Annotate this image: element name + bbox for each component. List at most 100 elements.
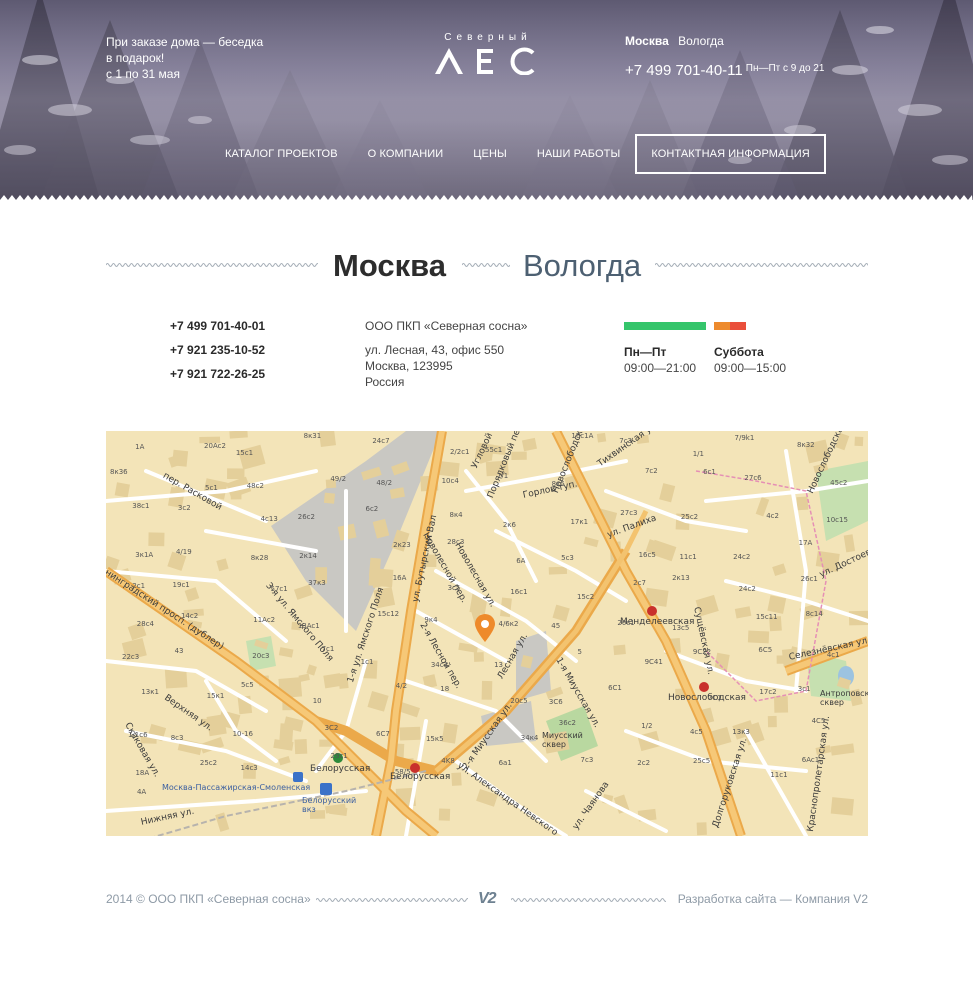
- house-number-label: 3C6: [548, 698, 563, 707]
- saturday-label: Суббота: [714, 345, 764, 359]
- logo-wordmark-icon: [435, 47, 535, 76]
- house-number-label: 11Ac2: [253, 615, 276, 624]
- nav-about[interactable]: О КОМПАНИИ: [353, 134, 459, 174]
- house-number-label: 4C5: [811, 717, 826, 726]
- house-number-label: 11c1: [679, 552, 697, 561]
- house-number-label: 48/2: [376, 479, 393, 487]
- house-number-label: 8к31: [303, 432, 322, 441]
- house-number-label: 4K8: [441, 757, 455, 766]
- house-number-label: 43: [174, 646, 184, 655]
- location-pin-icon[interactable]: [474, 613, 496, 643]
- house-number-label: 28c3: [447, 538, 465, 547]
- header-hours: Пн—Пт с 9 до 21: [745, 63, 825, 74]
- house-number-label: 4/6к2: [498, 620, 519, 629]
- location-map[interactable]: Новослободская ул. ул. Бутырский Вал Лен…: [106, 431, 868, 836]
- house-number-label: 2к14: [299, 551, 317, 560]
- house-number-label: 25c2: [199, 759, 218, 768]
- house-number-label: 6c2: [365, 504, 379, 513]
- phone-number[interactable]: +7 499 701-40-01: [170, 318, 265, 342]
- house-number-label: 15c1: [235, 448, 254, 457]
- house-number-label: 27c3: [620, 509, 638, 518]
- phone-number[interactable]: +7 921 722-26-25: [170, 366, 265, 390]
- house-number-label: 15c11: [755, 613, 778, 622]
- house-number-label: 17c2: [759, 688, 777, 697]
- house-number-label: 14c2: [180, 612, 199, 621]
- house-number-label: 10c15: [826, 516, 848, 525]
- house-number-label: 4c5: [689, 728, 703, 737]
- tab-vologda[interactable]: Вологда: [523, 246, 641, 286]
- promo-line: с 1 по 31 мая: [106, 67, 180, 81]
- house-number-label: 3к1A: [135, 551, 154, 560]
- place-label: Москва-Пассажирская-Смоленская: [162, 783, 311, 792]
- metro-label: Белорусская: [310, 764, 371, 774]
- phone-number[interactable]: +7 921 235-10-52: [170, 342, 265, 366]
- house-number-label: 10c4: [441, 476, 459, 485]
- house-number-label: 5c3: [561, 553, 574, 562]
- header-phone-number[interactable]: +7 499 701-40-11: [625, 62, 743, 79]
- house-number-label: 15c2: [576, 592, 595, 601]
- nav-works[interactable]: НАШИ РАБОТЫ: [522, 134, 635, 174]
- house-number-label: 15c12: [377, 610, 400, 619]
- house-number-label: 10-16: [232, 729, 253, 738]
- house-number-label: 29c1: [330, 751, 348, 760]
- site-logo[interactable]: Северный: [430, 32, 540, 80]
- house-number-label: 10: [312, 697, 322, 706]
- weekday-bar: [624, 322, 706, 330]
- house-number-label: 8к4: [449, 511, 463, 520]
- company-name: ООО ПКП «Северная сосна»: [365, 319, 528, 333]
- promo-line: в подарок!: [106, 51, 165, 65]
- house-number-label: 7c2: [644, 466, 658, 475]
- house-number-label: 4A: [136, 788, 147, 797]
- footer-copyright: 2014 © ООО ПКП «Северная сосна»: [106, 892, 311, 906]
- house-number-label: 55c1: [485, 445, 503, 454]
- house-number-label: 19c1: [172, 581, 190, 590]
- city-link-vologda[interactable]: Вологда: [678, 34, 724, 48]
- nav-contacts[interactable]: КОНТАКТНАЯ ИНФОРМАЦИЯ: [635, 134, 826, 174]
- nav-prices[interactable]: ЦЕНЫ: [458, 134, 522, 174]
- house-number-label: 2c2: [637, 758, 651, 767]
- house-number-label: 15к5: [425, 734, 444, 743]
- developer-logo[interactable]: V2: [478, 890, 497, 908]
- house-number-label: 8к28: [250, 553, 269, 562]
- city-link-moscow[interactable]: Москва: [625, 34, 669, 48]
- house-number-label: 49/2: [330, 474, 347, 483]
- house-number-label: 16A: [392, 573, 407, 582]
- house-number-label: 5c1: [205, 484, 218, 493]
- house-number-label: 27c6: [744, 474, 762, 483]
- house-number-label: 8к32: [797, 440, 815, 449]
- house-number-label: 9C22: [692, 648, 712, 657]
- house-number-label: 2к6: [502, 520, 516, 529]
- house-number-label: 2к23: [393, 540, 411, 549]
- schedule-weekdays: Пн—Пт 09:00—21:00: [624, 344, 696, 376]
- promo-line: При заказе дома — беседка: [106, 35, 264, 49]
- house-number-label: 6Ac1: [801, 756, 820, 765]
- footer: 2014 © ООО ПКП «Северная сосна» V2 Разра…: [106, 890, 868, 910]
- house-number-label: 7/9k1: [734, 433, 755, 442]
- phone-list: +7 499 701-40-01 +7 921 235-10-52 +7 921…: [170, 318, 265, 390]
- house-number-label: 4/19: [175, 547, 192, 556]
- house-number-label: 13: [494, 661, 503, 670]
- house-number-label: 20Ac2: [204, 441, 226, 450]
- place-label: Белорусский вкз: [302, 796, 357, 814]
- house-number-label: 4c13: [260, 515, 278, 524]
- house-number-label: 24c2: [738, 584, 756, 593]
- address-block: ул. Лесная, 43, офис 550 Москва, 123995 …: [365, 342, 527, 390]
- house-number-label: 24c2: [733, 553, 751, 562]
- promo-text: При заказе дома — беседка в подарок! с 1…: [106, 34, 286, 82]
- house-number-label: 14c3: [240, 764, 258, 773]
- house-number-label: 1A: [135, 442, 145, 451]
- house-number-label: 2c1: [132, 581, 146, 590]
- house-number-label: 13к3: [732, 728, 750, 736]
- house-number-label: 3c5: [447, 584, 461, 593]
- saturday-bar: [714, 322, 746, 330]
- house-number-label: 34к4: [520, 733, 539, 742]
- tab-moscow[interactable]: Москва: [333, 246, 446, 286]
- house-number-label: 5c5: [240, 681, 254, 690]
- weekday-label: Пн—Пт: [624, 345, 667, 359]
- nav-catalog[interactable]: КАТАЛОГ ПРОЕКТОВ: [210, 134, 353, 174]
- house-number-label: 20c1: [617, 618, 635, 627]
- footer-wave-left: [316, 898, 468, 902]
- house-number-label: 6C1: [608, 683, 622, 692]
- developer-link[interactable]: Разработка сайта — Компания V2: [678, 892, 868, 906]
- house-number-label: 1/1: [692, 450, 704, 459]
